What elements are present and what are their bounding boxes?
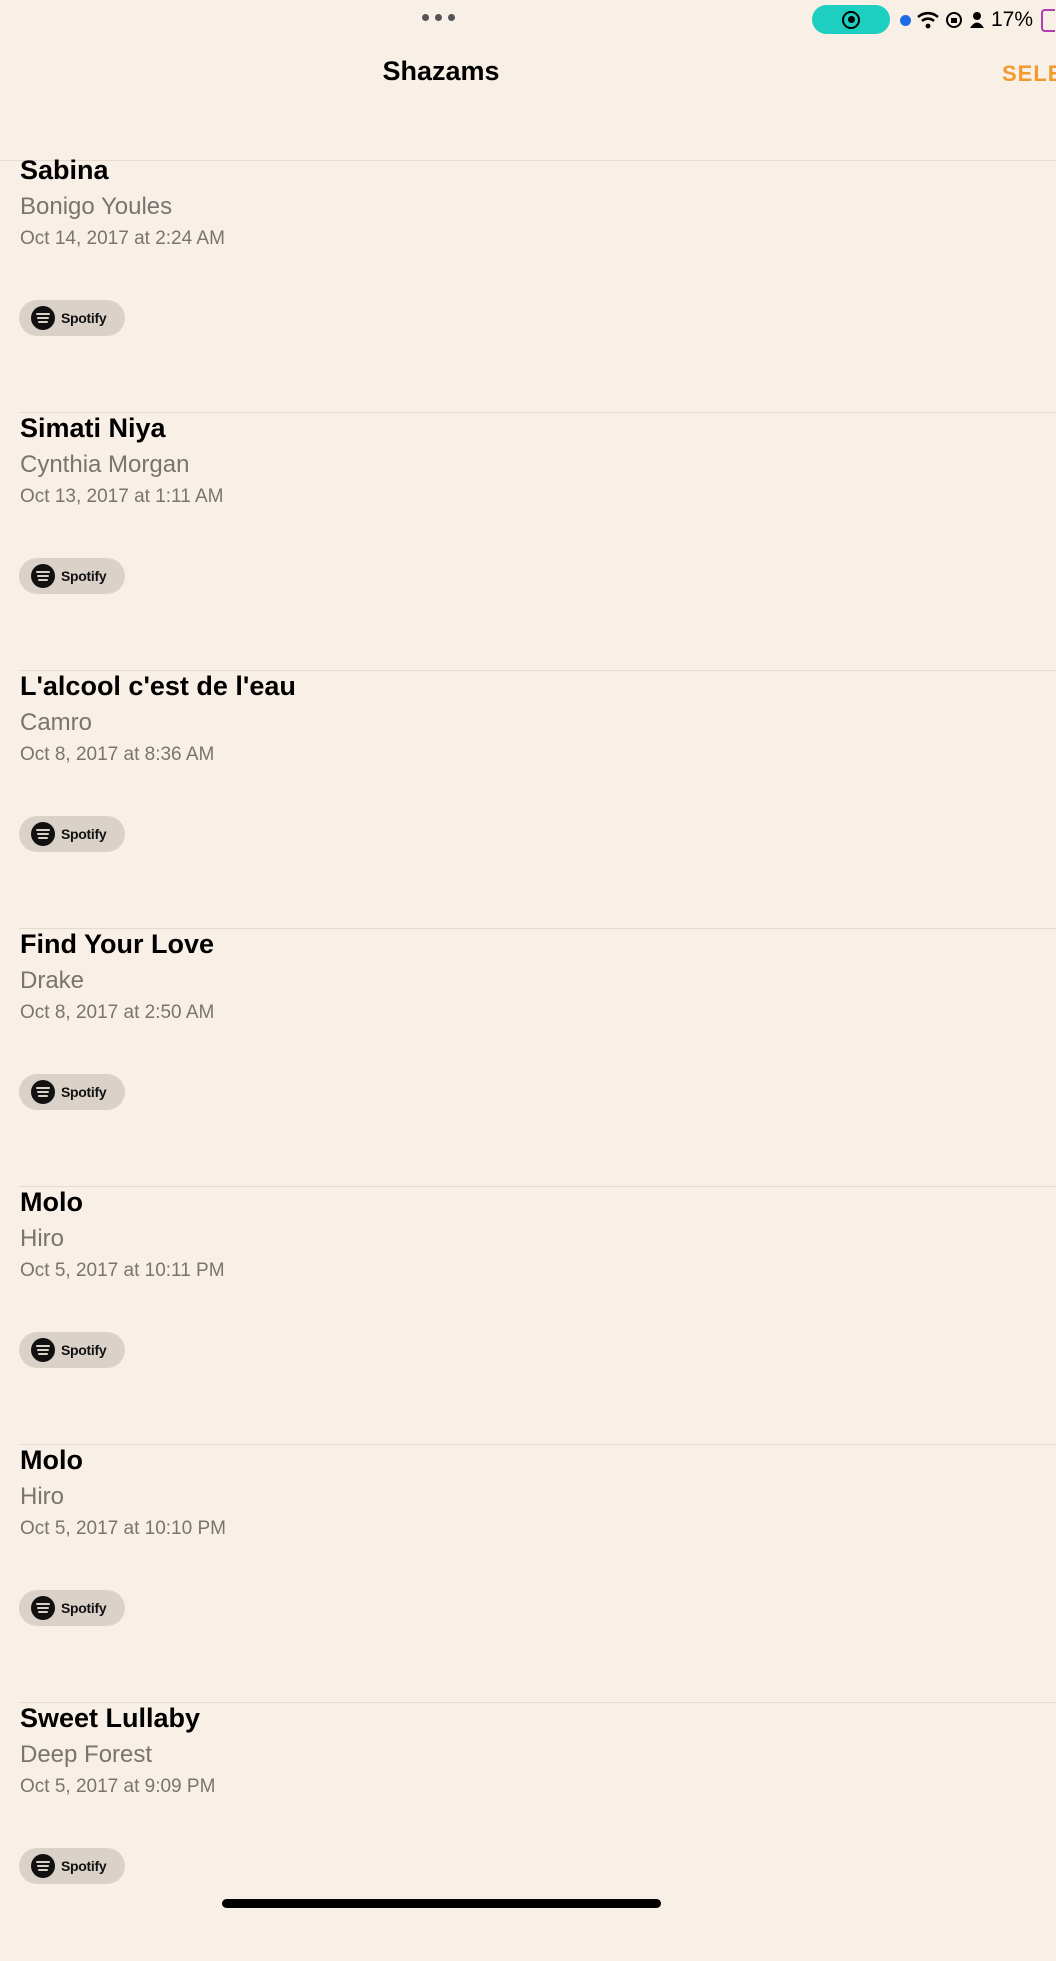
song-artist: Cynthia Morgan bbox=[20, 451, 190, 478]
song-title: Sweet Lullaby bbox=[20, 1703, 201, 1733]
song-artist: Hiro bbox=[20, 1225, 65, 1252]
list-item[interactable]: Sweet Lullaby Deep Forest Oct 5, 2017 at… bbox=[0, 1703, 1056, 1961]
person-icon bbox=[970, 12, 984, 28]
list-item[interactable]: Molo Hiro Oct 5, 2017 at 10:11 PM Spotif… bbox=[0, 1187, 1056, 1445]
battery-icon bbox=[1041, 8, 1056, 32]
home-indicator[interactable] bbox=[222, 1899, 661, 1908]
list-item[interactable]: Molo Hiro Oct 5, 2017 at 10:10 PM Spotif… bbox=[0, 1445, 1056, 1703]
spotify-icon bbox=[31, 306, 55, 330]
spotify-icon bbox=[31, 1080, 55, 1104]
select-button[interactable]: SELECT bbox=[1002, 61, 1056, 87]
song-title: Molo bbox=[20, 1445, 83, 1475]
spotify-button[interactable]: Spotify bbox=[19, 1590, 125, 1626]
song-title: L'alcool c'est de l'eau bbox=[20, 671, 296, 701]
spotify-label: Spotify bbox=[61, 310, 107, 326]
spotify-label: Spotify bbox=[61, 1084, 107, 1100]
spotify-label: Spotify bbox=[61, 826, 107, 842]
song-artist: Hiro bbox=[20, 1483, 65, 1510]
list-item[interactable]: L'alcool c'est de l'eau Camro Oct 8, 201… bbox=[0, 671, 1056, 929]
spotify-label: Spotify bbox=[61, 1600, 107, 1616]
song-title: Sabina bbox=[20, 155, 109, 185]
song-artist: Camro bbox=[20, 709, 93, 736]
page-title: Shazams bbox=[382, 56, 500, 86]
song-date: Oct 8, 2017 at 8:36 AM bbox=[20, 744, 215, 765]
spotify-label: Spotify bbox=[61, 568, 107, 584]
spotify-button[interactable]: Spotify bbox=[19, 1848, 125, 1884]
orientation-lock-icon bbox=[946, 12, 962, 28]
spotify-button[interactable]: Spotify bbox=[19, 1074, 125, 1110]
record-icon bbox=[842, 10, 860, 29]
song-date: Oct 5, 2017 at 10:10 PM bbox=[20, 1518, 226, 1539]
more-dots-icon[interactable] bbox=[422, 14, 455, 21]
song-artist: Bonigo Youles bbox=[20, 193, 173, 220]
song-title: Find Your Love bbox=[20, 929, 215, 959]
spotify-icon bbox=[31, 1338, 55, 1362]
list-item[interactable]: Find Your Love Drake Oct 8, 2017 at 2:50… bbox=[0, 929, 1056, 1187]
list-item[interactable]: Sabina Bonigo Youles Oct 14, 2017 at 2:2… bbox=[0, 155, 1056, 413]
spotify-button[interactable]: Spotify bbox=[19, 816, 125, 852]
spotify-button[interactable]: Spotify bbox=[19, 1332, 125, 1368]
spotify-icon bbox=[31, 822, 55, 846]
song-artist: Deep Forest bbox=[20, 1741, 153, 1768]
song-title: Simati Niya bbox=[20, 413, 166, 443]
song-date: Oct 8, 2017 at 2:50 AM bbox=[20, 1002, 215, 1023]
spotify-icon bbox=[31, 564, 55, 588]
spotify-icon bbox=[31, 1596, 55, 1620]
song-date: Oct 14, 2017 at 2:24 AM bbox=[20, 228, 225, 249]
spotify-label: Spotify bbox=[61, 1858, 107, 1874]
screen-recording-indicator[interactable] bbox=[812, 5, 890, 34]
status-icons: 17% bbox=[900, 6, 1056, 34]
location-dot-icon bbox=[900, 14, 911, 26]
song-date: Oct 5, 2017 at 10:11 PM bbox=[20, 1260, 225, 1281]
song-title: Molo bbox=[20, 1187, 83, 1217]
spotify-button[interactable]: Spotify bbox=[19, 300, 125, 336]
song-date: Oct 5, 2017 at 9:09 PM bbox=[20, 1776, 216, 1797]
song-date: Oct 13, 2017 at 1:11 AM bbox=[20, 486, 224, 507]
spotify-label: Spotify bbox=[61, 1342, 107, 1358]
list-item[interactable]: Simati Niya Cynthia Morgan Oct 13, 2017 … bbox=[0, 413, 1056, 671]
spotify-button[interactable]: Spotify bbox=[19, 558, 125, 594]
spotify-icon bbox=[31, 1854, 55, 1878]
battery-percent: 17% bbox=[991, 8, 1034, 31]
song-artist: Drake bbox=[20, 967, 85, 994]
wifi-icon bbox=[917, 11, 939, 29]
status-bar: 17% bbox=[0, 0, 1056, 40]
